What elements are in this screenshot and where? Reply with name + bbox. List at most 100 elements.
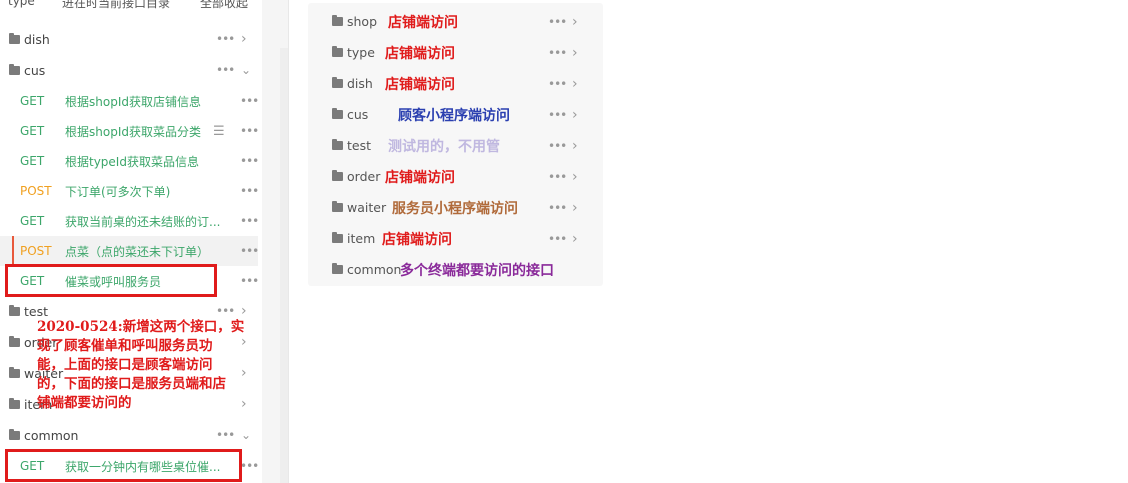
more-icon[interactable]: ••• [548,170,567,184]
locate-current-link[interactable]: 进在时当前接口目录 [62,0,170,11]
annotation-line: 的，下面的接口是服务员端和店 [37,376,226,392]
chevron-right-icon[interactable]: › [241,303,247,319]
chevron-right-icon[interactable]: › [572,231,578,247]
folder-name: dish [347,76,373,91]
folder-name: test [347,138,372,153]
sidebar-top-toolbar: type 进在时当前接口目录 全部收起 [0,0,258,11]
folder-icon [332,139,343,150]
more-icon[interactable]: ••• [548,139,567,153]
more-icon[interactable]: ••• [240,154,259,168]
highlight-box [5,449,242,482]
chevron-right-icon[interactable]: › [572,138,578,154]
overview-row-common[interactable]: common 多个终端都要访问的接口 [308,254,603,285]
folder-icon [9,63,20,75]
more-icon[interactable]: ••• [240,184,259,198]
more-icon[interactable]: ••• [548,15,567,29]
folder-row-common[interactable]: common ••• ⌄ [0,420,258,450]
endpoint-row[interactable]: GET 根据shopId获取店铺信息 ••• [0,86,259,116]
folder-name: test [24,303,49,319]
overview-row-test[interactable]: test 测试用的，不用管 ••• › [308,130,603,161]
overview-row-cus[interactable]: cus 顾客小程序端访问 ••• › [308,99,603,130]
endpoint-row-selected[interactable]: POST 点菜（点的菜还未下订单） ••• [0,236,259,266]
folder-icon [9,32,20,44]
endpoint-row[interactable]: POST 下订单(可多次下单) ••• [0,176,259,206]
folder-icon [9,397,20,409]
endpoint-title: 根据shopId获取菜品分类 [65,124,201,139]
chevron-right-icon[interactable]: › [572,14,578,30]
overview-row-type[interactable]: type 店铺端访问 ••• › [308,37,603,68]
access-label: 服务员小程序端访问 [392,200,518,217]
access-label: 店铺端访问 [388,14,458,31]
access-label: 店铺端访问 [382,231,452,248]
endpoint-title: 点菜（点的菜还未下订单） [65,244,210,259]
folder-name: cus [24,62,46,78]
folder-icon [332,232,343,243]
more-icon[interactable]: ••• [240,244,259,258]
more-icon[interactable]: ••• [216,304,235,318]
access-label: 顾客小程序端访问 [398,107,510,124]
folder-icon [332,108,343,119]
chevron-right-icon[interactable]: › [572,169,578,185]
access-label: 店铺端访问 [385,169,455,186]
more-icon[interactable]: ••• [548,232,567,246]
endpoint-row[interactable]: GET 获取当前桌的还未结账的订... ••• [0,206,259,236]
chevron-right-icon[interactable]: › [572,107,578,123]
more-icon[interactable]: ••• [240,214,259,228]
more-icon[interactable]: ••• [216,63,235,77]
access-label: 店铺端访问 [385,45,455,62]
folder-name: shop [347,14,378,29]
more-icon[interactable]: ••• [240,459,259,473]
chevron-right-icon[interactable]: › [572,200,578,216]
annotation-line: 2020-0524:新增这两个接口，实 [37,319,245,335]
folder-icon [332,77,343,88]
chevron-right-icon[interactable]: › [572,45,578,61]
method-badge: GET [20,214,45,228]
chevron-right-icon[interactable]: › [241,31,247,47]
folder-name: cus [347,107,369,122]
endpoint-row[interactable]: GET 根据typeId获取菜品信息 ••• [0,146,259,176]
panel-divider [288,0,308,483]
more-icon[interactable]: ••• [548,108,567,122]
endpoint-row[interactable]: GET 根据shopId获取菜品分类 ☰ ••• [0,116,259,146]
method-badge: POST [20,244,52,258]
overview-row-item[interactable]: item 店铺端访问 ••• › [308,223,603,254]
folder-row-cus[interactable]: cus ••• ⌄ [0,55,258,85]
more-icon[interactable]: ••• [548,201,567,215]
folder-name: dish [24,31,50,47]
more-icon[interactable]: ••• [216,32,235,46]
folder-row-dish[interactable]: dish ••• › [0,24,258,54]
endpoint-title: 获取当前桌的还未结账的订... [65,214,221,229]
chevron-down-icon[interactable]: ⌄ [241,428,251,442]
more-icon[interactable]: ••• [240,274,259,288]
sidebar-scrollbar[interactable] [280,48,288,483]
more-icon[interactable]: ••• [548,46,567,60]
folder-icon [332,201,343,212]
access-label: 测试用的，不用管 [388,138,500,155]
chevron-right-icon[interactable]: › [572,76,578,92]
overview-row-shop[interactable]: shop 店铺端访问 ••• › [308,6,603,37]
overview-row-order[interactable]: order 店铺端访问 ••• › [308,161,603,192]
folder-icon [332,15,343,26]
annotation-line: 能，上面的接口是顾客端访问 [37,357,213,373]
folder-name: item [347,231,376,246]
more-icon[interactable]: ••• [240,124,259,138]
folder-icon [332,170,343,181]
overview-row-dish[interactable]: dish 店铺端访问 ••• › [308,68,603,99]
more-icon[interactable]: ••• [240,94,259,108]
chevron-down-icon[interactable]: ⌄ [241,63,251,77]
endpoint-title: 根据typeId获取菜品信息 [65,154,199,169]
access-label: 多个终端都要访问的接口 [400,262,554,279]
method-badge: POST [20,184,52,198]
folder-icon [9,304,20,316]
folder-name: order [347,169,381,184]
folder-icon [9,428,20,440]
method-badge: GET [20,154,45,168]
overview-row-waiter[interactable]: waiter 服务员小程序端访问 ••• › [308,192,603,223]
folder-name[interactable]: type [8,0,35,8]
more-icon[interactable]: ••• [548,77,567,91]
more-icon[interactable]: ••• [216,428,235,442]
menu-icon[interactable]: ☰ [213,124,225,139]
folder-name: common [347,262,402,277]
annotation-line: 铺端都要访问的 [37,395,132,411]
collapse-all-link[interactable]: 全部收起 [200,0,248,11]
